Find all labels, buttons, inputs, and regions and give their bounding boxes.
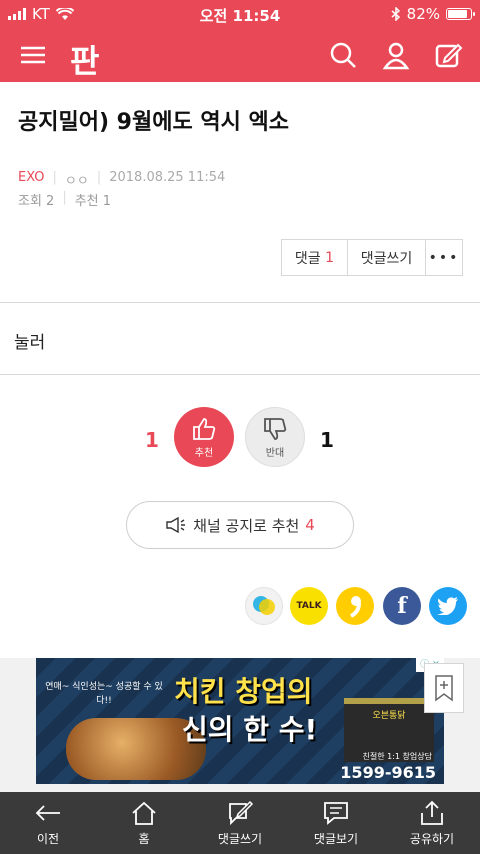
nav-bar: 판 [0,28,480,82]
comment-count: 1 [325,249,335,266]
ad-headline-1: 치킨 창업의 [174,675,313,708]
thumbs-up-icon [193,417,216,440]
ad-phone: 1599-9615 [340,763,436,782]
post-meta: EXO | ㅇㅇ | 2018.08.25 11:54 [18,170,225,189]
twitter-share[interactable] [429,587,467,625]
status-bar: KT 오전 11:54 82% [0,0,480,28]
write-comment-icon [229,800,254,825]
share-button[interactable]: 공유하기 [384,792,480,854]
post-datetime: 2018.08.25 11:54 [109,170,226,185]
kakaotalk-circle-icon [253,596,275,615]
prev-button[interactable]: 이전 [0,792,96,854]
bookmark-button[interactable] [424,663,464,713]
status-right: 82% [391,5,475,23]
ad-store-sign: 오븐통닭 [372,711,406,721]
megaphone-icon [166,517,186,533]
search-icon[interactable] [328,40,358,70]
bottom-toolbar: 이전 홈 댓글쓰기 댓글보기 공유하기 [0,792,480,854]
channel-link[interactable]: EXO [18,170,45,189]
upvote-count: 1 [145,428,159,452]
battery-percent: 82% [406,5,440,23]
divider [0,374,480,375]
author-name: ㅇㅇ [64,174,89,189]
comment-label: 댓글 [294,250,321,267]
ad-subtitle: 연매~ 식인성는~ 성공할 수 있다!! [45,682,163,706]
notice-count: 4 [305,516,315,534]
upvote-label: 추천 [194,447,214,459]
write-comment-button[interactable]: 댓글쓰기 [348,240,426,275]
meta-divider: | [96,170,102,185]
downvote-count: 1 [320,428,334,452]
battery-icon [446,8,475,20]
ad-headline-2: 신의 한 수! [182,713,318,746]
write-comment-label: 댓글쓰기 [217,831,263,846]
post-actions: 댓글 1 댓글쓰기 ••• [281,239,463,276]
kakaotalk-icon: TALK [296,601,322,611]
downvote-label: 반대 [265,447,285,459]
share-label: 공유하기 [409,831,455,846]
view-comments-button[interactable]: 댓글보기 [288,792,384,854]
recommend-count: 추천 1 [74,194,112,209]
notice-label: 채널 공지로 추천 [193,516,300,535]
menu-icon[interactable] [18,40,48,70]
prev-label: 이전 [36,831,60,846]
bluetooth-icon [391,7,400,21]
home-button[interactable]: 홈 [96,792,192,854]
post-stats: 조회 2 | 추천 1 [18,190,111,209]
kakaotalk-circle-share[interactable] [245,587,283,625]
edit-icon[interactable] [433,40,463,70]
twitter-icon [437,597,458,615]
kakaostory-share[interactable] [336,587,374,625]
share-icon [421,800,443,825]
facebook-share[interactable]: f [383,587,421,625]
view-comments-label: 댓글보기 [313,831,359,846]
ad-banner[interactable]: 연매~ 식인성는~ 성공할 수 있다!! 치킨 창업의 신의 한 수! 오븐통닭… [36,658,444,784]
meta-divider: | [52,170,57,185]
comment-button[interactable]: 댓글 1 [282,240,348,275]
bookmark-add-icon [435,675,453,702]
user-icon[interactable] [381,40,411,70]
downvote-button[interactable]: 반대 [245,407,305,467]
divider [0,302,480,303]
post-title: 공지밀어) 9월에도 역시 엑소 [18,110,289,135]
logo[interactable]: 판 [70,36,99,82]
view-count: 조회 2 [18,194,55,209]
kakaostory-icon [350,596,361,618]
arrow-left-icon [35,804,60,821]
home-icon [132,801,156,825]
more-button[interactable]: ••• [426,240,462,275]
kakaotalk-share[interactable]: TALK [290,587,328,625]
write-comment-toolbar-button[interactable]: 댓글쓰기 [192,792,288,854]
post-body: 눌러 [14,333,46,353]
top-header: KT 오전 11:54 82% 판 [0,0,480,82]
facebook-icon: f [397,593,407,619]
home-label: 홈 [138,831,150,846]
comments-icon [324,801,348,825]
ad-phone-label: 친절한 1:1 창업상담 [362,752,432,761]
thumbs-down-icon [264,417,287,440]
meta-divider: | [62,190,67,205]
channel-notice-button[interactable]: 채널 공지로 추천 4 [126,501,354,549]
upvote-button[interactable]: 추천 [174,407,234,467]
